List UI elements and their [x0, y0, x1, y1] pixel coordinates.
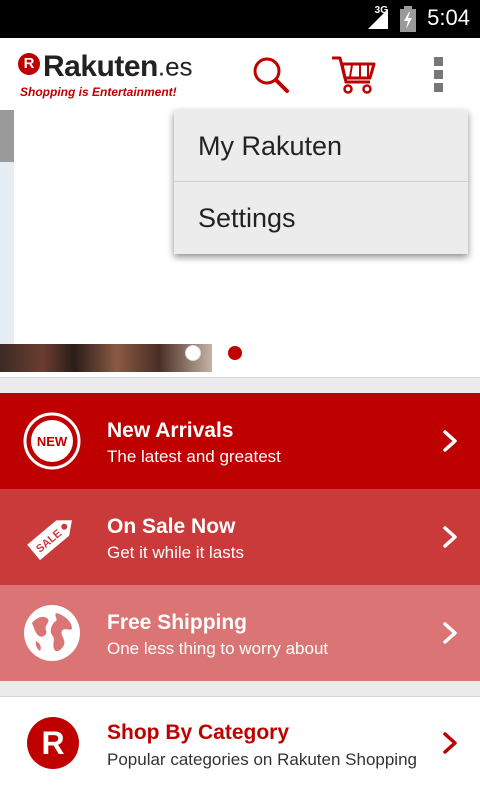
- clock: 5:04: [427, 5, 470, 30]
- battery-icon: [400, 6, 416, 32]
- promo-title: On Sale Now: [107, 515, 236, 538]
- app-bar: R Rakuten.es Shopping is Entertainment!: [0, 38, 480, 110]
- promo-title: Free Shipping: [107, 611, 248, 634]
- menu-item-my-rakuten[interactable]: My Rakuten: [174, 110, 468, 182]
- menu-item-settings[interactable]: Settings: [174, 182, 468, 254]
- cart-icon: [332, 56, 376, 94]
- logo-name: Rakuten: [43, 50, 158, 83]
- logo-tagline: Shopping is Entertainment!: [20, 85, 177, 99]
- sale-tag-icon: SALE: [27, 520, 72, 561]
- logo-mark: R: [18, 53, 40, 75]
- logo-wordmark: R Rakuten.es: [18, 50, 193, 84]
- overflow-dropdown-menu: My Rakuten Settings: [174, 110, 468, 254]
- banner-photo: [0, 344, 212, 372]
- carousel-dot-2[interactable]: [228, 346, 242, 360]
- promo-free-shipping[interactable]: Free Shipping One less thing to worry ab…: [0, 585, 480, 681]
- overflow-menu-icon: [426, 57, 450, 92]
- promo-title: New Arrivals: [107, 419, 234, 442]
- chevron-right-icon: [443, 622, 457, 644]
- signal-icon: [368, 9, 388, 29]
- shop-by-category[interactable]: R Shop By Category Popular categories on…: [0, 696, 480, 801]
- promo-subtitle: One less thing to worry about: [107, 639, 329, 658]
- overflow-menu-button[interactable]: [426, 54, 450, 94]
- search-button[interactable]: [250, 54, 292, 96]
- promo-subtitle: Get it while it lasts: [107, 543, 244, 562]
- status-bar: 3G 5:04: [0, 0, 480, 38]
- search-icon: [253, 57, 289, 93]
- rakuten-r-icon: R: [27, 717, 79, 769]
- shop-category-subtitle: Popular categories on Rakuten Shopping: [107, 750, 417, 769]
- chevron-right-icon: [443, 732, 457, 754]
- promo-on-sale[interactable]: SALE On Sale Now Get it while it lasts: [0, 489, 480, 585]
- logo-tld: .es: [157, 51, 193, 82]
- promo-new-arrivals[interactable]: NEW New Arrivals The latest and greatest: [0, 393, 480, 489]
- cart-button[interactable]: [330, 52, 378, 96]
- shop-category-title: Shop By Category: [107, 721, 290, 744]
- chevron-right-icon: [443, 430, 457, 452]
- new-badge-icon: NEW: [23, 412, 81, 470]
- promo-subtitle: The latest and greatest: [107, 447, 281, 466]
- chevron-right-icon: [443, 526, 457, 548]
- carousel-dot-1[interactable]: [186, 346, 200, 360]
- banner-edge: [0, 110, 14, 162]
- divider: [0, 377, 480, 378]
- globe-icon: [24, 605, 80, 661]
- banner-image: [0, 162, 14, 352]
- new-badge-text: NEW: [37, 434, 68, 449]
